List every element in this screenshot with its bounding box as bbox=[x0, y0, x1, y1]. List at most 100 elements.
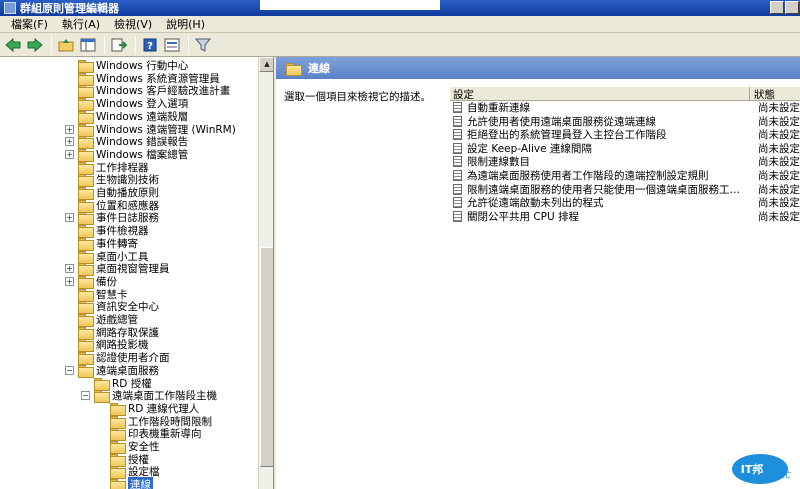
folder-icon bbox=[110, 441, 126, 454]
up-folder-icon[interactable] bbox=[56, 35, 76, 55]
policy-setting-icon bbox=[453, 170, 462, 181]
column-header-setting[interactable]: 設定 bbox=[450, 87, 750, 101]
setting-row[interactable]: 拒絕登出的系統管理員登入主控台工作階段 尚未設定 bbox=[450, 128, 800, 141]
folder-icon bbox=[110, 402, 126, 416]
filter-icon[interactable] bbox=[193, 35, 213, 55]
expand-toggle[interactable]: + bbox=[65, 124, 74, 134]
tree-pane[interactable]: Windows 行動中心 Windows 系統資源管理員 Windows 客戶經驗改… bbox=[0, 57, 274, 489]
menu-bar: 檔案(F) 執行(A) 檢視(V) 說明(H) bbox=[0, 16, 800, 33]
folder-icon bbox=[78, 148, 94, 162]
folder-icon bbox=[110, 428, 126, 442]
toolbar-separator bbox=[104, 35, 105, 54]
forward-icon[interactable] bbox=[25, 35, 45, 55]
folder-icon bbox=[78, 326, 94, 340]
policy-setting-icon bbox=[453, 210, 462, 222]
policy-setting-icon bbox=[453, 142, 462, 154]
tree-item[interactable]: 連線 bbox=[110, 477, 153, 489]
folder-icon bbox=[110, 479, 126, 489]
folder-icon bbox=[78, 339, 94, 353]
folder-icon bbox=[110, 415, 126, 429]
setting-state: 尚未設定 bbox=[758, 210, 800, 223]
folder-icon bbox=[78, 288, 94, 302]
policy-setting-icon bbox=[453, 183, 462, 195]
svg-text:幫忙: 幫忙 bbox=[773, 469, 791, 481]
folder-icon bbox=[78, 161, 94, 175]
folder-icon bbox=[94, 377, 110, 391]
toolbar-separator bbox=[135, 35, 136, 54]
toolbar-separator bbox=[188, 35, 189, 54]
scroll-thumb[interactable] bbox=[260, 247, 273, 467]
menu-action[interactable]: 執行(A) bbox=[55, 16, 107, 32]
folder-icon bbox=[78, 199, 94, 213]
menu-help[interactable]: 說明(H) bbox=[159, 16, 212, 32]
title-overlay bbox=[260, 0, 440, 10]
folder-icon bbox=[78, 352, 94, 366]
show-hide-tree-icon[interactable] bbox=[78, 35, 98, 55]
details-title: 連線 bbox=[308, 62, 330, 75]
policy-setting-icon bbox=[453, 197, 462, 209]
setting-row[interactable]: 允許從遠端啟動未列出的程式 尚未設定 bbox=[450, 196, 800, 209]
setting-name: 關閉公平共用 CPU 排程 bbox=[467, 210, 580, 223]
svg-text:IT邦: IT邦 bbox=[741, 462, 764, 476]
folder-icon bbox=[78, 98, 94, 112]
description-prompt: 選取一個項目來檢視它的描述。 bbox=[284, 91, 431, 103]
setting-row[interactable]: 允許使用者使用遠端桌面服務從遠端連線 尚未設定 bbox=[450, 115, 800, 128]
setting-row[interactable]: 限制遠端桌面服務的使用者只能使用一個遠端桌面服務工作... 尚未設定 bbox=[450, 183, 800, 196]
setting-row[interactable]: 關閉公平共用 CPU 排程 尚未設定 bbox=[450, 210, 800, 223]
window-title: 群組原則管理編輯器 bbox=[20, 2, 119, 15]
scroll-up-arrow[interactable]: ▲ bbox=[259, 57, 273, 72]
folder-icon bbox=[78, 187, 94, 200]
expand-toggle[interactable]: + bbox=[65, 276, 74, 286]
folder-icon bbox=[78, 60, 94, 73]
folder-icon bbox=[286, 62, 302, 76]
policy-setting-icon bbox=[453, 156, 462, 168]
export-list-icon[interactable] bbox=[109, 35, 129, 55]
app-icon bbox=[4, 2, 16, 14]
help-icon[interactable]: ? bbox=[140, 35, 160, 55]
folder-icon bbox=[78, 263, 94, 277]
folder-icon bbox=[78, 174, 94, 188]
folder-icon bbox=[110, 453, 126, 467]
expand-toggle[interactable]: + bbox=[65, 137, 74, 147]
expand-toggle[interactable]: + bbox=[65, 264, 74, 274]
details-header: 連線 bbox=[276, 57, 800, 79]
folder-icon bbox=[110, 466, 126, 480]
details-pane: 連線 選取一個項目來檢視它的描述。 設定 狀態 自動重新連線 尚未設定 允許使用者使… bbox=[276, 57, 800, 489]
folder-icon bbox=[78, 275, 94, 289]
tree-item-label: 連線 bbox=[128, 477, 153, 489]
properties-icon[interactable] bbox=[162, 35, 182, 55]
menu-view[interactable]: 檢視(V) bbox=[107, 16, 159, 32]
expand-toggle[interactable]: + bbox=[65, 213, 74, 223]
folder-icon bbox=[78, 237, 94, 251]
list-header: 設定 狀態 bbox=[450, 87, 800, 101]
back-icon[interactable] bbox=[3, 35, 23, 55]
folder-icon bbox=[78, 72, 94, 86]
menu-file[interactable]: 檔案(F) bbox=[4, 16, 55, 32]
folder-icon bbox=[78, 314, 94, 327]
collapse-toggle[interactable]: − bbox=[81, 391, 90, 401]
setting-row[interactable]: 自動重新連線 尚未設定 bbox=[450, 101, 800, 114]
policy-setting-icon bbox=[453, 102, 462, 113]
toolbar: ? bbox=[0, 33, 800, 57]
policy-setting-icon bbox=[453, 129, 462, 141]
folder-icon bbox=[78, 364, 94, 378]
svg-text:?: ? bbox=[147, 41, 153, 52]
collapse-toggle[interactable]: − bbox=[65, 365, 74, 375]
close-button[interactable] bbox=[785, 1, 799, 14]
folder-icon bbox=[78, 212, 94, 226]
maximize-button[interactable] bbox=[770, 1, 784, 14]
setting-row[interactable]: 為遠端桌面服務使用者工作階段的遠端控制設定規則 尚未設定 bbox=[450, 169, 800, 182]
setting-row[interactable]: 限制連線數目 尚未設定 bbox=[450, 155, 800, 168]
title-bar: 群組原則管理編輯器 bbox=[0, 0, 800, 16]
folder-icon bbox=[78, 85, 94, 99]
setting-row[interactable]: 設定 Keep-Alive 連線間隔 尚未設定 bbox=[450, 142, 800, 155]
column-header-state[interactable]: 狀態 bbox=[750, 87, 800, 101]
folder-icon bbox=[78, 301, 94, 315]
folder-icon bbox=[78, 250, 94, 264]
tree-item[interactable]: + 桌面視窗管理員 bbox=[65, 262, 170, 277]
tree-scrollbar[interactable]: ▲ bbox=[258, 57, 273, 489]
expand-toggle[interactable]: + bbox=[65, 149, 74, 159]
folder-icon bbox=[78, 110, 94, 124]
folder-icon bbox=[94, 390, 110, 404]
folder-icon bbox=[78, 136, 94, 150]
